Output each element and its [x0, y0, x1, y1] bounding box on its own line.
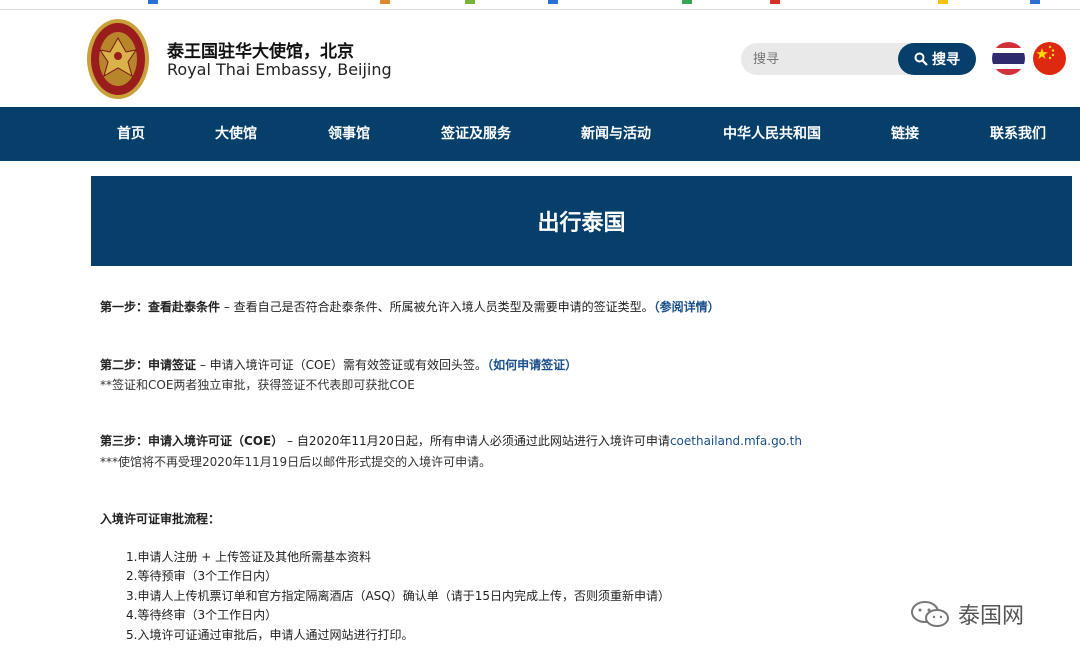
bookmark-icon[interactable] [1030, 0, 1040, 4]
step-2-visa-link[interactable]: （如何申请签证） [487, 358, 577, 372]
bookmark-icon[interactable] [682, 0, 692, 4]
step-2: 第二步：申请签证 – 申请入境许可证（COE）需有效签证或有效回头签。（如何申请… [100, 356, 577, 373]
page-title: 出行泰国 [537, 211, 626, 236]
nav-item-contact[interactable]: 联系我们 [990, 107, 1046, 161]
wechat-icon [911, 601, 949, 627]
main-navigation: 首页 大使馆 领事馆 签证及服务 新闻与活动 中华人民共和国 链接 联系我们 [0, 107, 1080, 161]
process-heading: 入境许可证审批流程： [100, 512, 221, 526]
bookmark-icon[interactable] [465, 0, 475, 4]
step-1-details-link[interactable]: （参阅详情） [654, 300, 720, 314]
step-1-label: 第一步：查看赴泰条件 [100, 300, 221, 314]
search-bar: 搜寻 [741, 43, 976, 75]
process-step: 2.等待预审（3个工作日内） [126, 569, 278, 583]
step-1: 第一步：查看赴泰条件 – 查看自己是否符合赴泰条件、所属被允许入境人员类型及需要… [100, 298, 720, 315]
nav-item-links[interactable]: 链接 [891, 107, 919, 161]
page-banner: 出行泰国 [91, 176, 1072, 266]
nav-item-home[interactable]: 首页 [117, 107, 145, 161]
watermark: 泰国网 [910, 596, 1050, 632]
nav-item-embassy[interactable]: 大使馆 [215, 107, 257, 161]
search-input[interactable] [741, 43, 909, 75]
search-button[interactable]: 搜寻 [898, 43, 976, 75]
bookmarks-bar [0, 0, 1080, 10]
step-2-text: – 申请入境许可证（COE）需有效签证或有效回头签。 [196, 358, 488, 372]
china-flag-icon[interactable] [1033, 42, 1066, 75]
nav-item-prc[interactable]: 中华人民共和国 [723, 107, 821, 161]
step-3-label: 第三步：申请入境许可证（COE） [100, 434, 284, 448]
step-1-text: – 查看自己是否符合赴泰条件、所属被允许入境人员类型及需要申请的签证类型。 [220, 300, 654, 314]
bookmark-icon[interactable] [548, 0, 558, 4]
step-2-note: **签证和COE两者独立审批，获得签证不代表即可获批COE [100, 378, 415, 392]
process-step: 1.申请人注册 + 上传签证及其他所需基本资料 [126, 550, 372, 564]
bookmark-icon[interactable] [380, 0, 390, 4]
process-step: 3.申请人上传机票订单和官方指定隔离酒店（ASQ）确认单（请于15日内完成上传，… [126, 589, 670, 603]
bookmark-icon[interactable] [938, 0, 948, 4]
thai-flag-icon[interactable] [992, 42, 1025, 75]
step-3-note: ***使馆将不再受理2020年11月19日后以邮件形式提交的入境许可申请。 [100, 455, 492, 469]
nav-item-news-events[interactable]: 新闻与活动 [581, 107, 651, 161]
nav-item-visa-services[interactable]: 签证及服务 [441, 107, 511, 161]
step-2-label: 第二步：申请签证 [100, 358, 197, 372]
bookmark-icon[interactable] [770, 0, 780, 4]
site-title-chinese: 泰王国驻华大使馆，北京 [167, 42, 354, 62]
step-3: 第三步：申请入境许可证（COE） – 自2020年11月20日起，所有申请人必须… [100, 432, 802, 449]
embassy-emblem-logo[interactable] [86, 18, 150, 100]
step-3-text: – 自2020年11月20日起，所有申请人必须通过此网站进行入境许可申请 [283, 434, 670, 448]
site-title-english: Royal Thai Embassy, Beijing [167, 60, 392, 79]
search-icon [914, 52, 928, 66]
search-button-label: 搜寻 [932, 52, 960, 68]
watermark-text: 泰国网 [958, 604, 1025, 629]
nav-item-consulate[interactable]: 领事馆 [328, 107, 370, 161]
process-step: 5.入境许可证通过审批后，申请人通过网站进行打印。 [126, 628, 414, 642]
coe-website-link[interactable]: coethailand.mfa.go.th [670, 434, 802, 448]
bookmark-icon[interactable] [148, 0, 158, 4]
process-step: 4.等待终审（3个工作日内） [126, 608, 278, 622]
site-header: 泰王国驻华大使馆，北京 Royal Thai Embassy, Beijing … [0, 10, 1080, 107]
